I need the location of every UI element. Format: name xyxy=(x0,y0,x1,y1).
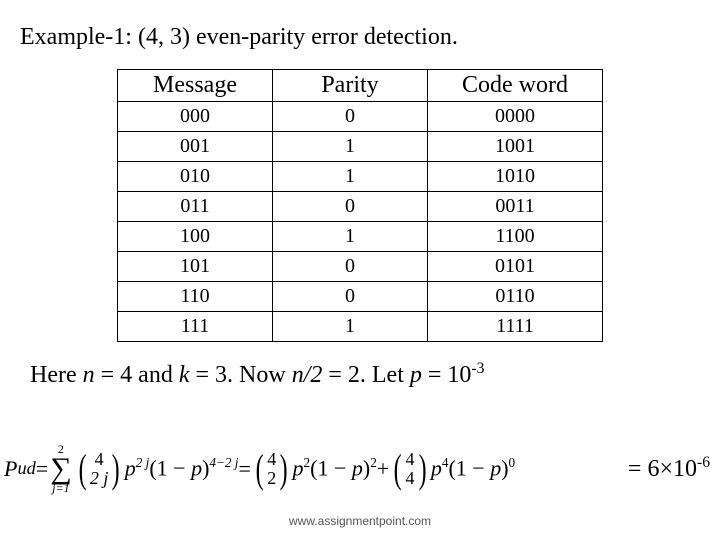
table-row: 111 1 1111 xyxy=(118,312,603,342)
cell-parity: 0 xyxy=(273,102,428,132)
paren-left-icon: ( xyxy=(78,453,86,485)
equals: = xyxy=(36,456,48,482)
footer-url: www.assignmentpoint.com xyxy=(0,514,720,528)
binom-bot: 2 j xyxy=(90,469,109,488)
binom-bot: 4 xyxy=(406,469,415,488)
equals: = xyxy=(238,456,250,482)
term-3a: p4 xyxy=(431,455,449,481)
text: = 2. Let xyxy=(322,362,410,388)
paren-right-icon: ) xyxy=(418,453,426,485)
probability-formula: Pud = 2 ∑ j=1 ( 4 2 j ) p2 j (1 − p)4−2 … xyxy=(4,443,515,494)
cell-message: 011 xyxy=(118,192,273,222)
text: = 10 xyxy=(422,362,472,388)
binom-top: 4 xyxy=(95,450,104,469)
table-row: 000 0 0000 xyxy=(118,102,603,132)
text: = 4 and xyxy=(95,362,179,388)
cell-parity: 0 xyxy=(273,252,428,282)
table-row: 110 0 0110 xyxy=(118,282,603,312)
binom-2: ( 4 2 ) xyxy=(253,450,291,488)
term-2a: p2 xyxy=(293,455,311,481)
header-message: Message xyxy=(118,70,273,102)
table-row: 010 1 1010 xyxy=(118,162,603,192)
term-1a: p2 j xyxy=(125,455,150,481)
lhs: P xyxy=(4,456,17,482)
table-row: 001 1 1001 xyxy=(118,132,603,162)
cell-codeword: 1100 xyxy=(428,222,603,252)
cell-parity: 1 xyxy=(273,132,428,162)
cell-message: 010 xyxy=(118,162,273,192)
cell-codeword: 0011 xyxy=(428,192,603,222)
binom-3: ( 4 4 ) xyxy=(391,450,429,488)
cell-message: 000 xyxy=(118,102,273,132)
result-exp: -6 xyxy=(697,454,710,471)
binom-bot: 2 xyxy=(267,469,276,488)
plus: + xyxy=(377,456,389,482)
formula-row: Pud = 2 ∑ j=1 ( 4 2 j ) p2 j (1 − p)4−2 … xyxy=(4,443,710,494)
var-n-half: n/2 xyxy=(292,362,323,388)
cell-message: 100 xyxy=(118,222,273,252)
lhs-sub: ud xyxy=(17,458,35,479)
text: Here xyxy=(30,362,83,388)
sum-lower: j=1 xyxy=(52,482,69,494)
parameters-statement: Here n = 4 and k = 3. Now n/2 = 2. Let p… xyxy=(0,342,720,389)
paren-right-icon: ) xyxy=(280,453,288,485)
text: = 3. Now xyxy=(189,362,291,388)
header-codeword: Code word xyxy=(428,70,603,102)
table-row: 101 0 0101 xyxy=(118,252,603,282)
cell-codeword: 0101 xyxy=(428,252,603,282)
table-row: 011 0 0011 xyxy=(118,192,603,222)
term-2b: (1 − p)2 xyxy=(310,455,377,481)
header-parity: Parity xyxy=(273,70,428,102)
exp: -3 xyxy=(471,360,484,377)
cell-message: 101 xyxy=(118,252,273,282)
table-row: 100 1 1100 xyxy=(118,222,603,252)
cell-parity: 0 xyxy=(273,282,428,312)
cell-codeword: 0000 xyxy=(428,102,603,132)
cell-message: 001 xyxy=(118,132,273,162)
cell-codeword: 1111 xyxy=(428,312,603,342)
paren-left-icon: ( xyxy=(256,453,264,485)
sigma-icon: 2 ∑ j=1 xyxy=(50,443,71,494)
var-k: k xyxy=(179,362,190,388)
cell-parity: 1 xyxy=(273,312,428,342)
cell-codeword: 1010 xyxy=(428,162,603,192)
var-p: p xyxy=(410,362,422,388)
result-text: = 6×10 xyxy=(628,456,697,482)
binom-top: 4 xyxy=(267,450,276,469)
page-title: Example-1: (4, 3) even-parity error dete… xyxy=(0,0,720,63)
cell-codeword: 0110 xyxy=(428,282,603,312)
parity-table: Message Parity Code word 000 0 0000 001 … xyxy=(117,69,603,342)
cell-message: 111 xyxy=(118,312,273,342)
term-1b: (1 − p)4−2 j xyxy=(149,455,238,481)
cell-codeword: 1001 xyxy=(428,132,603,162)
cell-message: 110 xyxy=(118,282,273,312)
paren-right-icon: ) xyxy=(112,453,120,485)
table-header-row: Message Parity Code word xyxy=(118,70,603,102)
cell-parity: 1 xyxy=(273,162,428,192)
cell-parity: 1 xyxy=(273,222,428,252)
binom-1: ( 4 2 j ) xyxy=(76,450,123,488)
cell-parity: 0 xyxy=(273,192,428,222)
paren-left-icon: ( xyxy=(394,453,402,485)
var-n: n xyxy=(83,362,95,388)
sum-symbol: ∑ xyxy=(50,455,71,482)
binom-top: 4 xyxy=(406,450,415,469)
result-value: = 6×10-6 xyxy=(616,454,710,483)
term-3b: (1 − p)0 xyxy=(448,455,515,481)
